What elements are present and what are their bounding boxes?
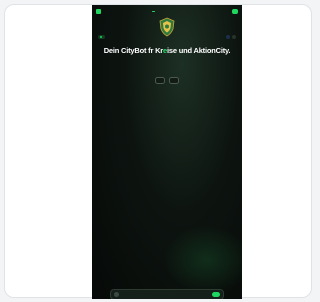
background-glow bbox=[162, 225, 242, 295]
avatar bbox=[114, 292, 119, 297]
nav-item[interactable] bbox=[164, 11, 167, 12]
logo-mark-icon bbox=[96, 9, 101, 14]
brand[interactable] bbox=[96, 9, 103, 14]
bottom-bar-button[interactable] bbox=[212, 292, 220, 297]
top-bar bbox=[96, 8, 238, 15]
hero-title-part: r Kr bbox=[150, 46, 164, 55]
nav-menu bbox=[140, 8, 167, 15]
hero-title-part: Dein CityBot f bbox=[103, 46, 151, 55]
hero-title: Dein CityBot fr Kreise und AktionCity. bbox=[100, 46, 234, 55]
nav-item[interactable] bbox=[158, 11, 161, 12]
shield-crest-icon bbox=[159, 17, 175, 37]
nav-item[interactable] bbox=[146, 11, 149, 12]
tag-chip[interactable] bbox=[232, 35, 236, 39]
hero-title-part: ise und AktionCity. bbox=[167, 46, 231, 55]
primary-action-button[interactable] bbox=[155, 77, 165, 84]
hero-actions bbox=[92, 77, 242, 84]
nav-item[interactable] bbox=[140, 11, 143, 12]
phone-preview: Dein CityBot fr Kreise und AktionCity. bbox=[92, 5, 242, 299]
status-chip bbox=[98, 35, 105, 39]
status-dot-icon bbox=[100, 36, 102, 38]
tag-chip[interactable] bbox=[226, 35, 230, 39]
tag-group bbox=[226, 35, 236, 39]
secondary-action-button[interactable] bbox=[169, 77, 179, 84]
nav-item-active[interactable] bbox=[152, 11, 155, 12]
header-cta-button[interactable] bbox=[232, 9, 238, 14]
bottom-bar bbox=[110, 289, 224, 299]
